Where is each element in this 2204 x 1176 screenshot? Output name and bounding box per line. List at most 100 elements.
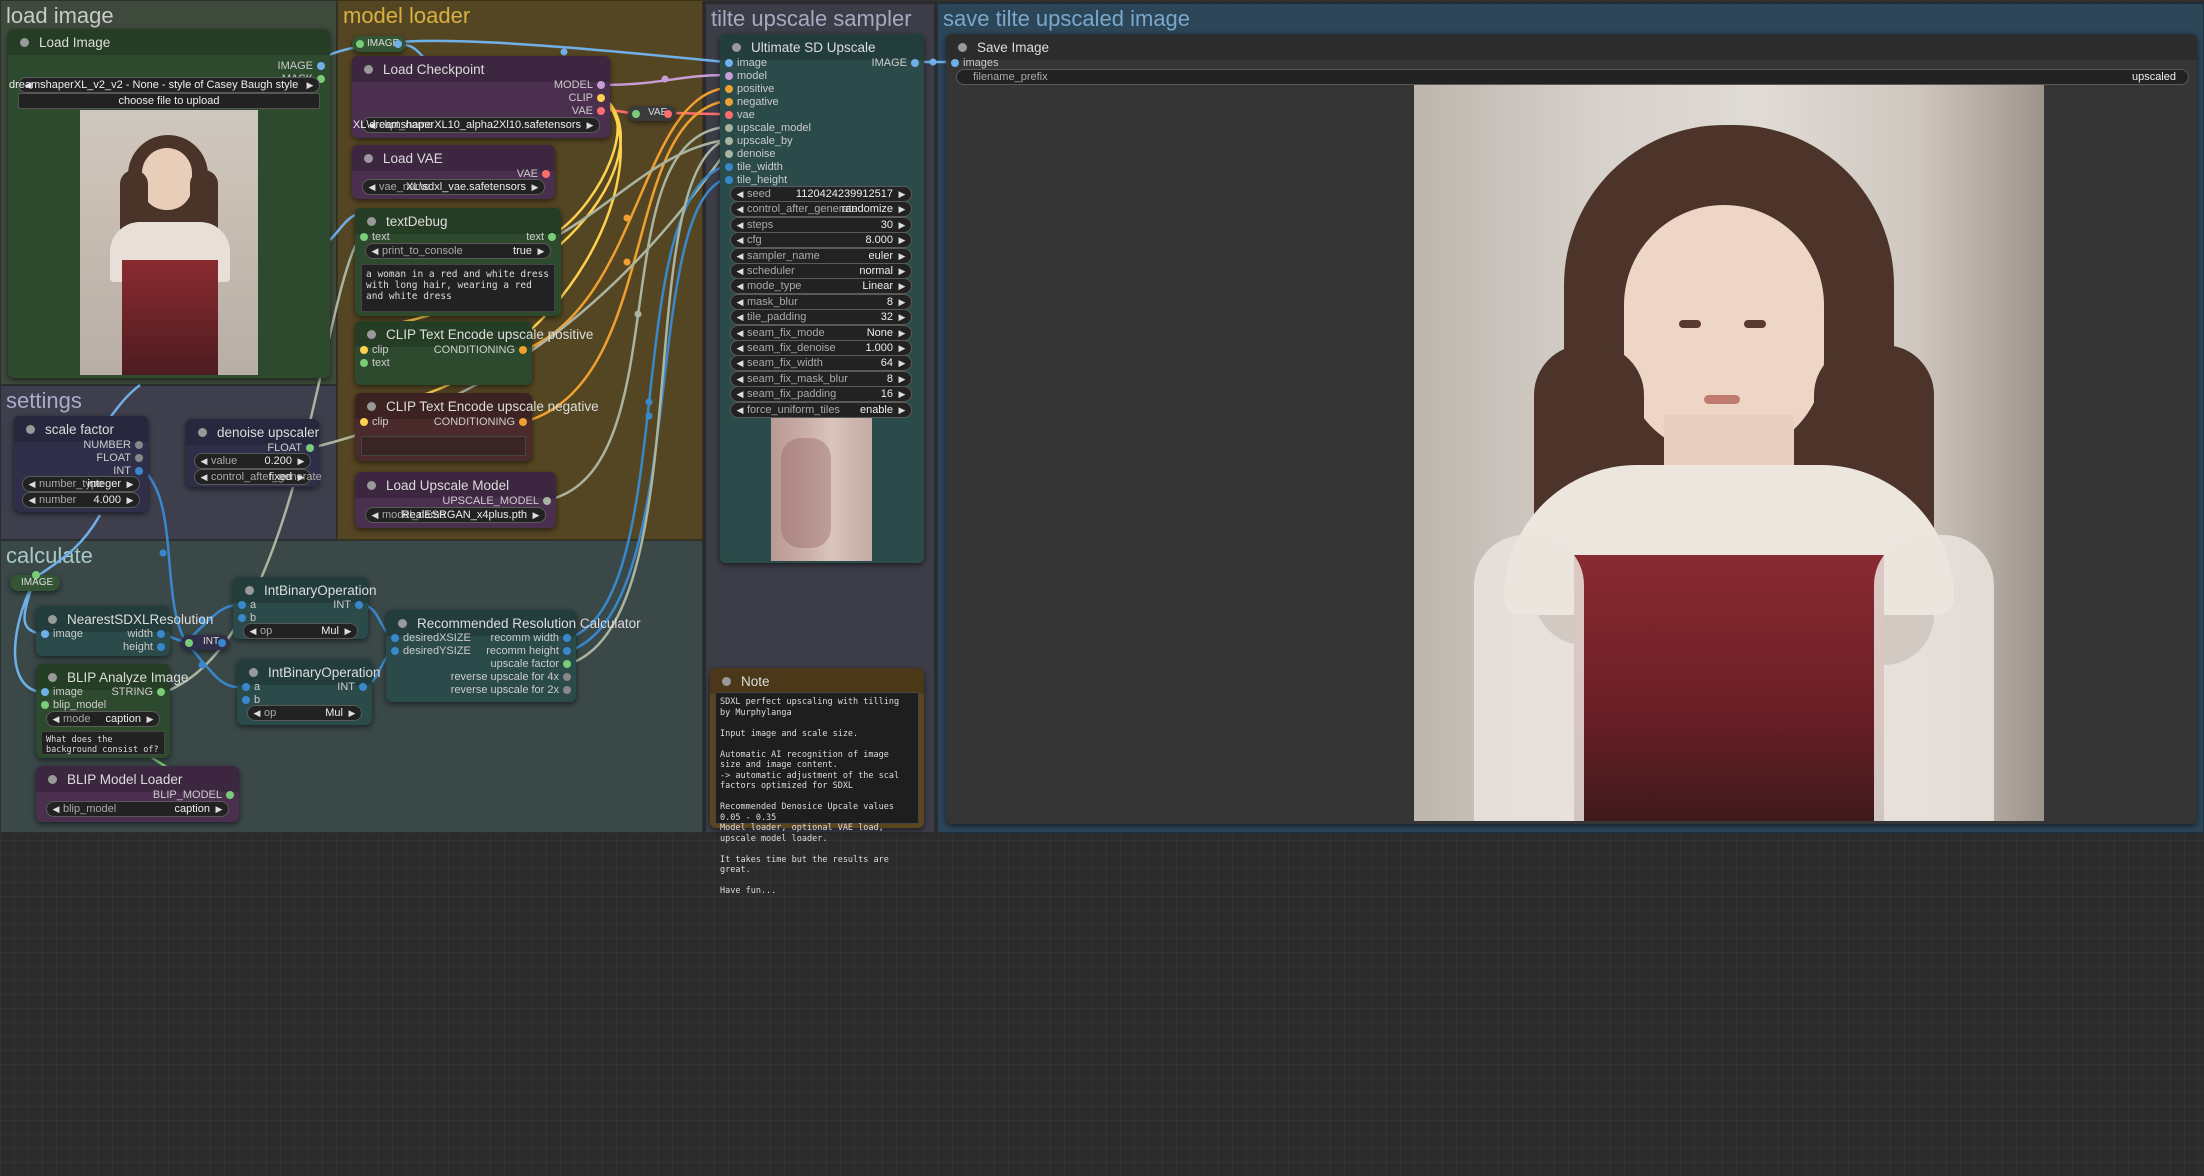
collapse-dot[interactable] <box>732 42 741 52</box>
output-height-slot[interactable] <box>157 643 165 651</box>
prev-arrow-icon[interactable]: ◀ <box>734 187 746 201</box>
output-string-slot[interactable] <box>157 688 165 696</box>
collapse-dot[interactable] <box>367 401 376 411</box>
upscale-model-select[interactable]: ◀ model_name RealESRGAN_x4plus.pth ▶ <box>365 507 546 523</box>
widget-seam-fix-width[interactable]: ◀ seam_fix_width 64 ▶ <box>730 355 912 372</box>
prev-arrow-icon[interactable]: ◀ <box>734 295 746 309</box>
node-graph-canvas[interactable]: load image model loader tilte upscale sa… <box>0 0 2204 1176</box>
blip-model-loader-node[interactable]: BLIP Model Loader BLIP_MODEL ◀ blip_mode… <box>36 766 239 822</box>
prev-arrow-icon[interactable]: ◀ <box>198 470 210 484</box>
op-select[interactable]: ◀ op Mul ▶ <box>247 705 362 721</box>
question-textarea[interactable]: What does the background consist of? <box>41 731 165 755</box>
prev-arrow-icon[interactable]: ◀ <box>734 341 746 355</box>
input-denoise-slot[interactable] <box>725 150 733 158</box>
next-arrow-icon[interactable]: ▶ <box>896 249 908 263</box>
output-float-slot[interactable] <box>306 444 314 452</box>
next-arrow-icon[interactable]: ▶ <box>213 802 225 816</box>
next-arrow-icon[interactable]: ▶ <box>896 295 908 309</box>
prev-arrow-icon[interactable]: ◀ <box>734 326 746 340</box>
widget-cfg[interactable]: ◀ cfg 8.000 ▶ <box>730 232 912 249</box>
next-arrow-icon[interactable]: ▶ <box>896 387 908 401</box>
next-arrow-icon[interactable]: ▶ <box>346 706 358 720</box>
collapse-dot[interactable] <box>198 427 207 437</box>
input-a-slot[interactable] <box>238 601 246 609</box>
next-arrow-icon[interactable]: ▶ <box>124 477 136 491</box>
next-arrow-icon[interactable]: ▶ <box>896 279 908 293</box>
reroute-in-slot[interactable] <box>356 40 364 48</box>
debug-textarea[interactable]: a woman in a red and white dress with lo… <box>361 264 555 312</box>
note-textarea[interactable]: SDXL perfect upscaling with tilling by M… <box>715 692 919 896</box>
collapse-dot[interactable] <box>48 672 57 682</box>
prev-arrow-icon[interactable]: ◀ <box>734 264 746 278</box>
control-after-generate-select[interactable]: ◀ control_after_generate fixed ▶ <box>194 469 322 485</box>
output-conditioning-slot[interactable] <box>519 346 527 354</box>
text-debug-node[interactable]: textDebug text text ◀ print_to_console tr… <box>355 208 561 316</box>
output-reverse-2x-slot[interactable] <box>563 686 571 694</box>
output-upscale-factor-slot[interactable] <box>563 660 571 668</box>
output-int-slot[interactable] <box>359 683 367 691</box>
widget-seam-fix-mode[interactable]: ◀ seam_fix_mode None ▶ <box>730 324 912 341</box>
widget-scheduler[interactable]: ◀ scheduler normal ▶ <box>730 263 912 279</box>
filename-prefix-field[interactable]: filename_prefix upscaled <box>956 69 2189 85</box>
output-vae-slot[interactable] <box>542 170 550 178</box>
vae-name-select[interactable]: ◀ vae_name XL\sdxl_vae.safetensors ▶ <box>362 179 545 195</box>
number-stepper[interactable]: ◀ number 4.000 ▶ <box>22 492 140 508</box>
input-tile-height-slot[interactable] <box>725 176 733 184</box>
input-model-slot[interactable] <box>725 72 733 80</box>
clip-positive-node[interactable]: CLIP Text Encode upscale positive clip CO… <box>355 321 593 385</box>
prev-arrow-icon[interactable]: ◀ <box>247 624 259 638</box>
next-arrow-icon[interactable]: ▶ <box>295 470 307 484</box>
next-arrow-icon[interactable]: ▶ <box>896 202 908 216</box>
upload-button[interactable]: choose file to upload <box>18 93 320 109</box>
negative-textarea[interactable] <box>361 436 526 456</box>
print-to-console-toggle[interactable]: ◀ print_to_console true ▶ <box>365 243 551 259</box>
next-arrow-icon[interactable]: ▶ <box>896 341 908 355</box>
input-upscale-by-slot[interactable] <box>725 137 733 145</box>
int-binary-operation-node-2[interactable]: IntBinaryOperation a INT b ◀ op Mul ▶ <box>237 659 381 725</box>
prev-arrow-icon[interactable]: ◀ <box>734 356 746 370</box>
input-b-slot[interactable] <box>238 614 246 622</box>
clip-negative-node[interactable]: CLIP Text Encode upscale negative clip CO… <box>355 393 599 461</box>
next-arrow-icon[interactable]: ▶ <box>896 356 908 370</box>
int-binary-operation-node-1[interactable]: IntBinaryOperation a INT b ◀ op Mul ▶ <box>233 577 377 639</box>
widget-control-after-generate[interactable]: ◀ control_after_generate randomize ▶ <box>730 201 912 218</box>
output-upscale-model-slot[interactable] <box>543 497 551 505</box>
next-arrow-icon[interactable]: ▶ <box>896 403 908 417</box>
widget-seam-fix-padding[interactable]: ◀ seam_fix_padding 16 ▶ <box>730 386 912 403</box>
prev-arrow-icon[interactable]: ◀ <box>734 372 746 386</box>
input-upscale-model-slot[interactable] <box>725 124 733 132</box>
prev-arrow-icon[interactable]: ◀ <box>734 202 746 216</box>
output-image-slot[interactable] <box>317 62 325 70</box>
input-vae-slot[interactable] <box>725 111 733 119</box>
prev-arrow-icon[interactable]: ◀ <box>366 180 378 194</box>
output-number-slot[interactable] <box>135 441 143 449</box>
collapse-dot[interactable] <box>364 153 373 163</box>
output-text-slot[interactable] <box>548 233 556 241</box>
widget-mask-blur[interactable]: ◀ mask_blur 8 ▶ <box>730 293 912 310</box>
output-reverse-4x-slot[interactable] <box>563 673 571 681</box>
load-vae-node[interactable]: Load VAE VAE ◀ vae_name XL\sdxl_vae.safe… <box>352 145 555 199</box>
decrement-arrow-icon[interactable]: ◀ <box>198 454 210 468</box>
input-b-slot[interactable] <box>242 696 250 704</box>
next-arrow-icon[interactable]: ▶ <box>535 244 547 258</box>
input-image-slot[interactable] <box>41 688 49 696</box>
prev-arrow-icon[interactable]: ◀ <box>50 712 62 726</box>
next-arrow-icon[interactable]: ▶ <box>896 218 908 232</box>
output-image-slot[interactable] <box>911 59 919 67</box>
input-positive-slot[interactable] <box>725 85 733 93</box>
input-desired-y-slot[interactable] <box>391 647 399 655</box>
scale-factor-node[interactable]: scale factor NUMBER FLOAT INT ◀ number_t… <box>14 416 148 512</box>
input-clip-slot[interactable] <box>360 346 368 354</box>
collapse-dot[interactable] <box>364 64 373 74</box>
collapse-dot[interactable] <box>367 216 376 226</box>
input-clip-slot[interactable] <box>360 418 368 426</box>
input-text-slot[interactable] <box>360 233 368 241</box>
input-tile-width-slot[interactable] <box>725 163 733 171</box>
widget-seed[interactable]: ◀ seed 1120424239912517 ▶ <box>730 186 912 202</box>
input-image-slot[interactable] <box>725 59 733 67</box>
next-arrow-icon[interactable]: ▶ <box>896 310 908 324</box>
collapse-dot[interactable] <box>20 37 29 47</box>
recommended-resolution-calculator-node[interactable]: Recommended Resolution Calculator desire… <box>386 610 641 702</box>
output-width-slot[interactable] <box>157 630 165 638</box>
prev-arrow-icon[interactable]: ◀ <box>369 508 381 522</box>
